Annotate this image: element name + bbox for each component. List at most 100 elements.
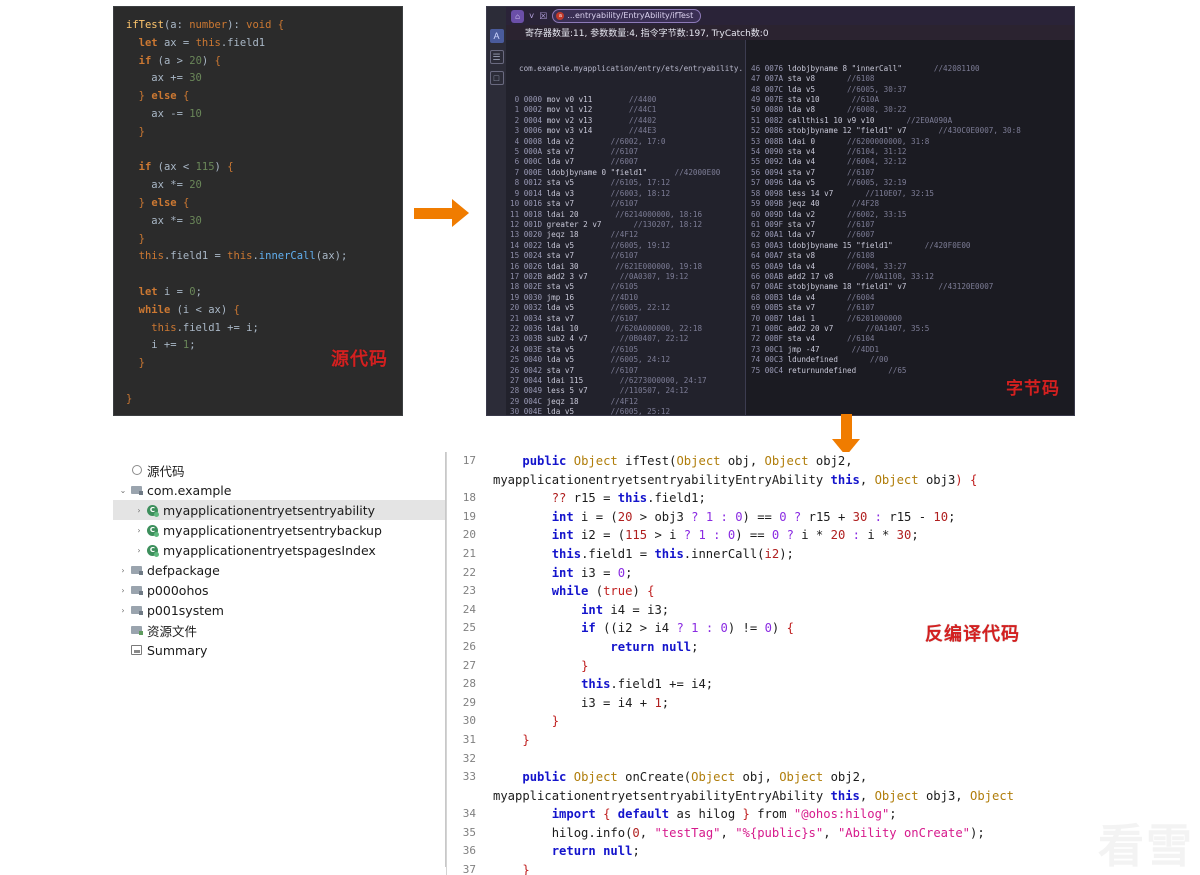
bytecode-viewer-panel: A ☰ □ ⌂ ˅ ☒ a ...entryability/EntryAbili… bbox=[486, 6, 1075, 416]
decompiled-code-row: 25 if ((i2 > i4 ? 1 : 0) != 0) { bbox=[447, 619, 1200, 638]
tree-item-label: myapplicationentryetsentrybackup bbox=[160, 523, 382, 538]
decompiled-code-text: int i = (20 > obj3 ? 1 : 0) == 0 ? r15 +… bbox=[485, 508, 1200, 527]
chevron-icon[interactable]: › bbox=[117, 586, 129, 595]
decompiled-code-text: this.field1 = this.innerCall(i2); bbox=[485, 545, 1200, 564]
chevron-icon[interactable]: › bbox=[133, 506, 145, 515]
decompiled-code-text: i3 = i4 + 1; bbox=[485, 694, 1200, 713]
line-number: 25 bbox=[447, 619, 485, 638]
bytecode-instruction-line: 15 0024 sta v7 //6107 bbox=[510, 251, 743, 261]
bytecode-instruction-line: 51 0082 callthis1 10 v9 v10 //2E0A090A bbox=[751, 116, 1072, 126]
chevron-icon[interactable]: › bbox=[117, 566, 129, 575]
line-number: 35 bbox=[447, 824, 485, 843]
tree-item-0[interactable]: 源代码 bbox=[113, 460, 445, 480]
decompiled-code-text: } bbox=[485, 657, 1200, 676]
line-number: 23 bbox=[447, 582, 485, 601]
bytecode-instruction-line: 66 00AB add2 17 v8 //0A1108, 33:12 bbox=[751, 272, 1072, 282]
bytecode-instruction-line: 74 00C3 ldundefined //00 bbox=[751, 355, 1072, 365]
decompiled-code-row: 19 int i = (20 > obj3 ? 1 : 0) == 0 ? r1… bbox=[447, 508, 1200, 527]
decompiled-code-row: 37 } bbox=[447, 861, 1200, 875]
class-icon: C bbox=[145, 505, 160, 516]
tree-item-8[interactable]: 资源文件 bbox=[113, 620, 445, 640]
line-number: 27 bbox=[447, 657, 485, 676]
tab-entryability-iftest[interactable]: a ...entryability/EntryAbility/ifTest bbox=[552, 9, 701, 23]
source-code-line: if (ax < 115) { bbox=[126, 159, 390, 177]
bytecode-instruction-line: 71 00BC add2 20 v7 //0A1407, 35:5 bbox=[751, 324, 1072, 334]
bytecode-instruction-line: 27 0044 ldai 115 //6273000000, 24:17 bbox=[510, 376, 743, 386]
folder-view-icon[interactable]: □ bbox=[490, 71, 504, 85]
tree-item-7[interactable]: ›p001system bbox=[113, 600, 445, 620]
close-icon[interactable]: ☒ bbox=[539, 12, 547, 21]
tab-label: ...entryability/EntryAbility/ifTest bbox=[567, 11, 693, 20]
bytecode-instruction-line: 30 004E lda v5 //6005, 25:12 bbox=[510, 407, 743, 415]
bytecode-instruction-line: 3 0006 mov v3 v14 //44E3 bbox=[510, 126, 743, 136]
bytecode-instruction-line: 50 0080 lda v8 //6008, 30:22 bbox=[751, 105, 1072, 115]
tree-item-2[interactable]: ›Cmyapplicationentryetsentryability bbox=[113, 500, 445, 520]
project-tree-panel[interactable]: 源代码⌄com.example›Cmyapplicationentryetsen… bbox=[113, 452, 446, 867]
decompiled-code-text: int i3 = 0; bbox=[485, 564, 1200, 583]
tree-item-label: defpackage bbox=[144, 563, 220, 578]
bytecode-instruction-line: 23 003B sub2 4 v7 //0B0407, 22:12 bbox=[510, 334, 743, 344]
chevron-icon[interactable]: ⌄ bbox=[117, 486, 129, 495]
list-view-icon[interactable]: ☰ bbox=[490, 50, 504, 64]
chevron-icon[interactable]: › bbox=[133, 546, 145, 555]
class-icon: C bbox=[145, 545, 160, 556]
source-code-line: } bbox=[126, 391, 390, 409]
bytecode-instruction-line: 0 0000 mov v0 v11 //4400 bbox=[510, 95, 743, 105]
decompiled-code-text: return null; bbox=[485, 842, 1200, 861]
tree-item-9[interactable]: Summary bbox=[113, 640, 445, 660]
bytecode-instruction-line: 8 0012 sta v5 //6105, 17:12 bbox=[510, 178, 743, 188]
tree-item-6[interactable]: ›p000ohos bbox=[113, 580, 445, 600]
bytecode-instruction-line: 6 000C lda v7 //6007 bbox=[510, 157, 743, 167]
line-number: 24 bbox=[447, 601, 485, 620]
bytecode-instruction-line: 53 008B ldai 0 //6200000000, 31:8 bbox=[751, 137, 1072, 147]
decompiled-code-text: ?? r15 = this.field1; bbox=[485, 489, 1200, 508]
decompiled-code-panel[interactable]: 17 public Object ifTest(Object obj, Obje… bbox=[447, 452, 1200, 875]
bytecode-instruction-line: 2 0004 mov v2 v13 //4402 bbox=[510, 116, 743, 126]
bytecode-instruction-line: 46 0076 ldobjbyname 8 "innerCall" //4208… bbox=[751, 64, 1072, 74]
bytecode-instruction-line: 16 0026 ldai 30 //621E000000, 19:18 bbox=[510, 262, 743, 272]
bytecode-instruction-line: 24 003E sta v5 //6105 bbox=[510, 345, 743, 355]
tree-item-1[interactable]: ⌄com.example bbox=[113, 480, 445, 500]
bytecode-right-column[interactable]: 46 0076 ldobjbyname 8 "innerCall" //4208… bbox=[746, 40, 1074, 415]
bytecode-instruction-line: 5 000A sta v7 //6107 bbox=[510, 147, 743, 157]
arrow-source-to-bytecode bbox=[414, 199, 469, 227]
line-number: 32 bbox=[447, 750, 485, 769]
decompiled-annotation-label: 反编译代码 bbox=[925, 620, 1020, 646]
chevron-icon[interactable]: › bbox=[133, 526, 145, 535]
chevron-down-icon[interactable]: ˅ bbox=[529, 12, 534, 21]
tree-item-5[interactable]: › defpackage bbox=[113, 560, 445, 580]
decompiled-code-text: this.field1 += i4; bbox=[485, 675, 1200, 694]
bytecode-instruction-line: 68 00B3 lda v4 //6004 bbox=[751, 293, 1072, 303]
bytecode-instruction-line: 4 0008 lda v2 //6002, 17:0 bbox=[510, 137, 743, 147]
bytecode-left-column[interactable]: com.example.myapplication/entry/ets/entr… bbox=[506, 40, 746, 415]
chevron-icon[interactable]: › bbox=[117, 606, 129, 615]
bytecode-instruction-line: 22 0036 ldai 10 //620A000000, 22:18 bbox=[510, 324, 743, 334]
decompiled-code-text: while (true) { bbox=[485, 582, 1200, 601]
line-number: 34 bbox=[447, 805, 485, 824]
tree-item-4[interactable]: ›CmyapplicationentryetspagesIndex bbox=[113, 540, 445, 560]
home-icon[interactable]: ⌂ bbox=[511, 10, 524, 23]
bytecode-icon-sidebar: A ☰ □ bbox=[487, 7, 506, 415]
bytecode-instruction-line: 60 009D lda v2 //6002, 33:15 bbox=[751, 210, 1072, 220]
bytecode-instruction-line: 18 002E sta v5 //6105 bbox=[510, 282, 743, 292]
bytecode-view-icon[interactable]: A bbox=[490, 29, 504, 43]
decompiled-code-row: 33 public Object onCreate(Object obj, Ob… bbox=[447, 768, 1200, 787]
tree-item-3[interactable]: ›Cmyapplicationentryetsentrybackup bbox=[113, 520, 445, 540]
tree-item-label: Summary bbox=[144, 643, 207, 658]
decompiled-code-row: 31 } bbox=[447, 731, 1200, 750]
line-number: 19 bbox=[447, 508, 485, 527]
bytecode-instruction-line: 11 0018 ldai 20 //6214000000, 18:16 bbox=[510, 210, 743, 220]
bytecode-instruction-line: 10 0016 sta v7 //6107 bbox=[510, 199, 743, 209]
bytecode-instruction-line: 21 0034 sta v7 //6107 bbox=[510, 314, 743, 324]
decompiled-code-text: public Object onCreate(Object obj, Objec… bbox=[485, 768, 1200, 787]
bytecode-instruction-line: 7 000E ldobjbyname 0 "field1" //42000E00 bbox=[510, 168, 743, 178]
bytecode-instruction-line: 20 0032 lda v5 //6005, 22:12 bbox=[510, 303, 743, 313]
decompiled-code-text: if ((i2 > i4 ? 1 : 0) != 0) { bbox=[485, 619, 1200, 638]
tree-item-label: myapplicationentryetsentryability bbox=[160, 503, 375, 518]
bytecode-instruction-line: 56 0094 sta v7 //6107 bbox=[751, 168, 1072, 178]
bytecode-instruction-line: 49 007E sta v10 //610A bbox=[751, 95, 1072, 105]
source-root-icon bbox=[129, 465, 144, 475]
source-code-line: this.field1 = this.innerCall(ax); bbox=[126, 248, 390, 266]
source-code-line bbox=[126, 266, 390, 284]
bytecode-annotation-label: 字节码 bbox=[1006, 374, 1060, 399]
